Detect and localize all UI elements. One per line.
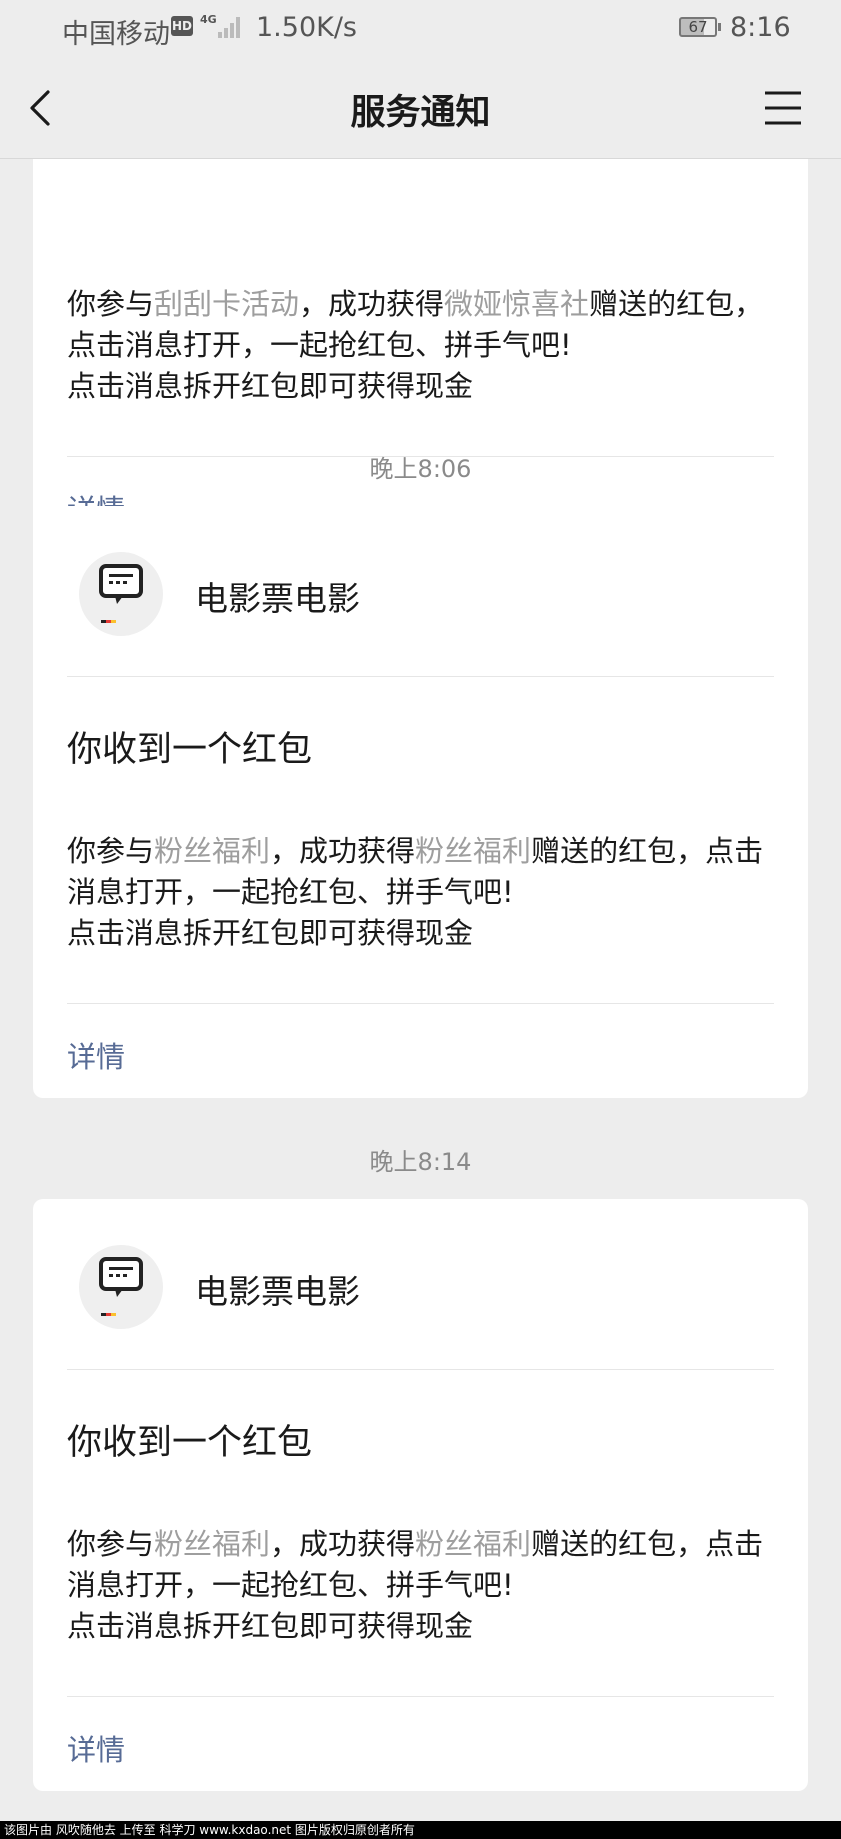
message-timestamp: 晚上8:14: [369, 1148, 472, 1176]
activity-name: 刮刮卡活动: [154, 287, 300, 321]
sender-row[interactable]: 电影票电影: [33, 506, 808, 676]
activity-name: 粉丝福利: [154, 1527, 271, 1561]
sender-name: 电影票电影: [195, 579, 360, 618]
image-watermark: 该图片由 风吹随他去 上传至 科学刀 www.kxdao.net 图片版权归原创…: [0, 1821, 841, 1839]
divider: [67, 1003, 774, 1004]
carrier-label: 中国移动: [62, 19, 170, 50]
status-bar: 中国移动 HD 4G 1.50K/s 67 8:16: [0, 0, 841, 58]
network-speed: 1.50K/s: [256, 12, 357, 43]
message-body: 你参与刮刮卡活动，成功获得微娅惊喜社赠送的红包，点击消息打开，一起抢红包、拼手气…: [67, 284, 787, 407]
menu-button[interactable]: [764, 90, 802, 126]
message-body: 你参与粉丝福利，成功获得粉丝福利赠送的红包，点击消息打开，一起抢红包、拼手气吧!…: [67, 831, 787, 954]
page-title: 服务通知: [350, 93, 491, 133]
sender-name: 电影票电影: [195, 1272, 360, 1311]
divider: [67, 1369, 774, 1370]
message-timestamp: 晚上8:06: [369, 455, 472, 483]
sponsor-name: 粉丝福利: [415, 834, 532, 868]
message-card[interactable]: 你参与刮刮卡活动，成功获得微娅惊喜社赠送的红包，点击消息打开，一起抢红包、拼手气…: [33, 159, 808, 564]
nav-bar: 服务通知: [0, 58, 841, 159]
signal-strength-icon: [218, 16, 240, 38]
body-text: 你参与: [67, 834, 155, 868]
body-text: 你参与: [67, 287, 155, 321]
ticket-center-logo-icon: [99, 1257, 143, 1316]
details-link[interactable]: 详情: [67, 1727, 125, 1769]
activity-name: 粉丝福利: [154, 834, 271, 868]
network-type-label: 4G: [200, 13, 217, 26]
message-card[interactable]: 电影票电影 你收到一个红包 你参与粉丝福利，成功获得粉丝福利赠送的红包，点击消息…: [33, 506, 808, 1098]
clock: 8:16: [730, 12, 791, 43]
body-hint: 点击消息拆开红包即可获得现金: [67, 916, 474, 950]
body-text: 你参与: [67, 1527, 155, 1561]
details-link[interactable]: 详情: [67, 1034, 125, 1076]
body-text: ，成功获得: [270, 834, 416, 868]
hamburger-menu-icon: [765, 91, 801, 125]
divider: [67, 676, 774, 677]
message-list[interactable]: 你参与刮刮卡活动，成功获得微娅惊喜社赠送的红包，点击消息打开，一起抢红包、拼手气…: [0, 159, 841, 1839]
sponsor-name: 粉丝福利: [415, 1527, 532, 1561]
body-text: ，成功获得: [270, 1527, 416, 1561]
body-text: ，成功获得: [299, 287, 445, 321]
sponsor-name: 微娅惊喜社: [444, 287, 590, 321]
message-body: 你参与粉丝福利，成功获得粉丝福利赠送的红包，点击消息打开，一起抢红包、拼手气吧!…: [67, 1524, 787, 1647]
battery-icon: 67: [679, 17, 717, 37]
avatar[interactable]: [79, 1245, 163, 1329]
sender-row[interactable]: 电影票电影: [33, 1199, 808, 1369]
message-title: 你收到一个红包: [67, 1423, 313, 1463]
avatar[interactable]: [79, 552, 163, 636]
divider: [67, 1696, 774, 1697]
message-title: 你收到一个红包: [67, 730, 313, 770]
ticket-center-logo-icon: [99, 564, 143, 623]
hd-icon: HD: [171, 16, 193, 36]
body-hint: 点击消息拆开红包即可获得现金: [67, 1609, 474, 1643]
body-hint: 点击消息拆开红包即可获得现金: [67, 369, 474, 403]
message-card[interactable]: 电影票电影 你收到一个红包 你参与粉丝福利，成功获得粉丝福利赠送的红包，点击消息…: [33, 1199, 808, 1791]
battery-tip: [718, 23, 721, 31]
